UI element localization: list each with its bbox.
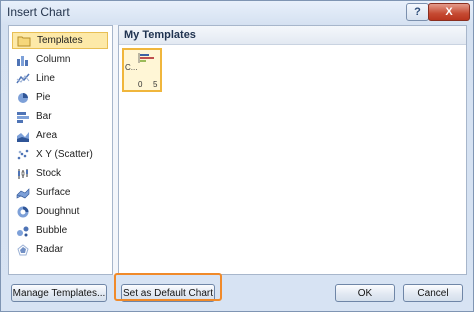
sidebar-item-stock[interactable]: Stock	[12, 165, 108, 182]
sidebar-item-bar[interactable]: Bar	[12, 108, 108, 125]
template-axis-end: 5	[153, 80, 158, 89]
sidebar-item-label: Radar	[36, 244, 64, 255]
annotation-highlight	[114, 273, 222, 301]
sidebar-item-column[interactable]: Column	[12, 51, 108, 68]
sidebar-item-area[interactable]: Area	[12, 127, 108, 144]
sidebar-item-label: Pie	[36, 92, 51, 103]
pie-chart-icon	[14, 89, 32, 106]
column-chart-icon	[14, 51, 32, 68]
sidebar-item-label: X Y (Scatter)	[36, 149, 93, 160]
manage-templates-button[interactable]: Manage Templates...	[11, 284, 107, 302]
sidebar-item-surface[interactable]: Surface	[12, 184, 108, 201]
template-axis-start: 0	[138, 80, 143, 89]
line-chart-icon	[14, 70, 32, 87]
sidebar-item-bubble[interactable]: Bubble	[12, 222, 108, 239]
template-thumbnail[interactable]: C... 0 5	[122, 48, 162, 92]
section-title: My Templates	[124, 29, 196, 41]
sidebar-item-radar[interactable]: Radar	[12, 241, 108, 258]
sidebar-item-label: Doughnut	[36, 206, 80, 217]
stock-chart-icon	[14, 165, 32, 182]
sidebar-item-label: Surface	[36, 187, 71, 198]
close-button[interactable]: X	[428, 3, 470, 21]
doughnut-chart-icon	[14, 203, 32, 220]
sidebar-item-pie[interactable]: Pie	[12, 89, 108, 106]
sidebar-item-scatter[interactable]: X Y (Scatter)	[12, 146, 108, 163]
content-area: Templates Column Line Pie Bar Area X Y (…	[8, 25, 467, 275]
sidebar-item-label: Bar	[36, 111, 52, 122]
bar-chart-icon	[14, 108, 32, 125]
surface-chart-icon	[14, 184, 32, 201]
sidebar-item-label: Line	[36, 73, 55, 84]
cancel-button[interactable]: Cancel	[403, 284, 463, 302]
chart-type-list: Templates Column Line Pie Bar Area X Y (…	[8, 25, 113, 275]
window-title: Insert Chart	[7, 5, 70, 19]
sidebar-item-templates[interactable]: Templates	[12, 32, 108, 49]
templates-panel: My Templates C... 0 5	[118, 25, 467, 275]
sidebar-item-doughnut[interactable]: Doughnut	[12, 203, 108, 220]
sidebar-item-label: Stock	[36, 168, 62, 179]
radar-chart-icon	[14, 241, 32, 258]
sidebar-item-label: Templates	[37, 35, 83, 46]
scatter-chart-icon	[14, 146, 32, 163]
sidebar-item-label: Column	[36, 54, 71, 65]
title-bar: Insert Chart ? X	[1, 1, 473, 23]
template-label: C...	[125, 63, 138, 72]
insert-chart-dialog: Insert Chart ? X Templates Column Line P…	[0, 0, 474, 312]
sidebar-item-label: Bubble	[36, 225, 68, 236]
folder-icon	[15, 32, 33, 49]
template-chart-preview	[138, 53, 154, 63]
area-chart-icon	[14, 127, 32, 144]
panel-header: My Templates	[119, 26, 466, 45]
sidebar-item-line[interactable]: Line	[12, 70, 108, 87]
help-button[interactable]: ?	[406, 3, 429, 21]
sidebar-item-label: Area	[36, 130, 58, 141]
bubble-chart-icon	[14, 222, 32, 239]
ok-button[interactable]: OK	[335, 284, 395, 302]
